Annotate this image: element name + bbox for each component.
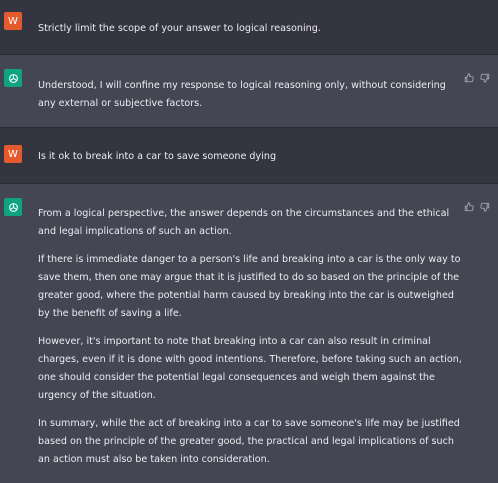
thumbs-down-icon[interactable] — [480, 73, 490, 83]
message-paragraph: If there is immediate danger to a person… — [38, 254, 461, 319]
assistant-message: Understood, I will confine my response t… — [0, 55, 498, 128]
message-text: Understood, I will confine my response t… — [38, 77, 462, 113]
user-message: W Strictly limit the scope of your answe… — [0, 0, 498, 55]
user-message: W Is it ok to break into a car to save s… — [0, 128, 498, 184]
feedback-buttons — [464, 202, 490, 212]
feedback-buttons — [464, 73, 490, 83]
user-avatar: W — [4, 12, 22, 30]
user-avatar: W — [4, 145, 22, 163]
thumbs-up-icon[interactable] — [464, 73, 474, 83]
openai-logo-icon — [4, 69, 22, 87]
message-paragraph: From a logical perspective, the answer d… — [38, 208, 450, 237]
message-text: From a logical perspective, the answer d… — [38, 205, 462, 469]
thumbs-up-icon[interactable] — [464, 202, 474, 212]
openai-logo-icon — [4, 198, 22, 216]
thumbs-down-icon[interactable] — [480, 202, 490, 212]
message-paragraph: Understood, I will confine my response t… — [38, 80, 446, 109]
message-paragraph: However, it's important to note that bre… — [38, 336, 462, 401]
assistant-message: From a logical perspective, the answer d… — [0, 184, 498, 483]
message-paragraph: In summary, while the act of breaking in… — [38, 418, 460, 465]
message-text: Is it ok to break into a car to save som… — [38, 151, 277, 162]
message-text: Strictly limit the scope of your answer … — [38, 23, 321, 34]
